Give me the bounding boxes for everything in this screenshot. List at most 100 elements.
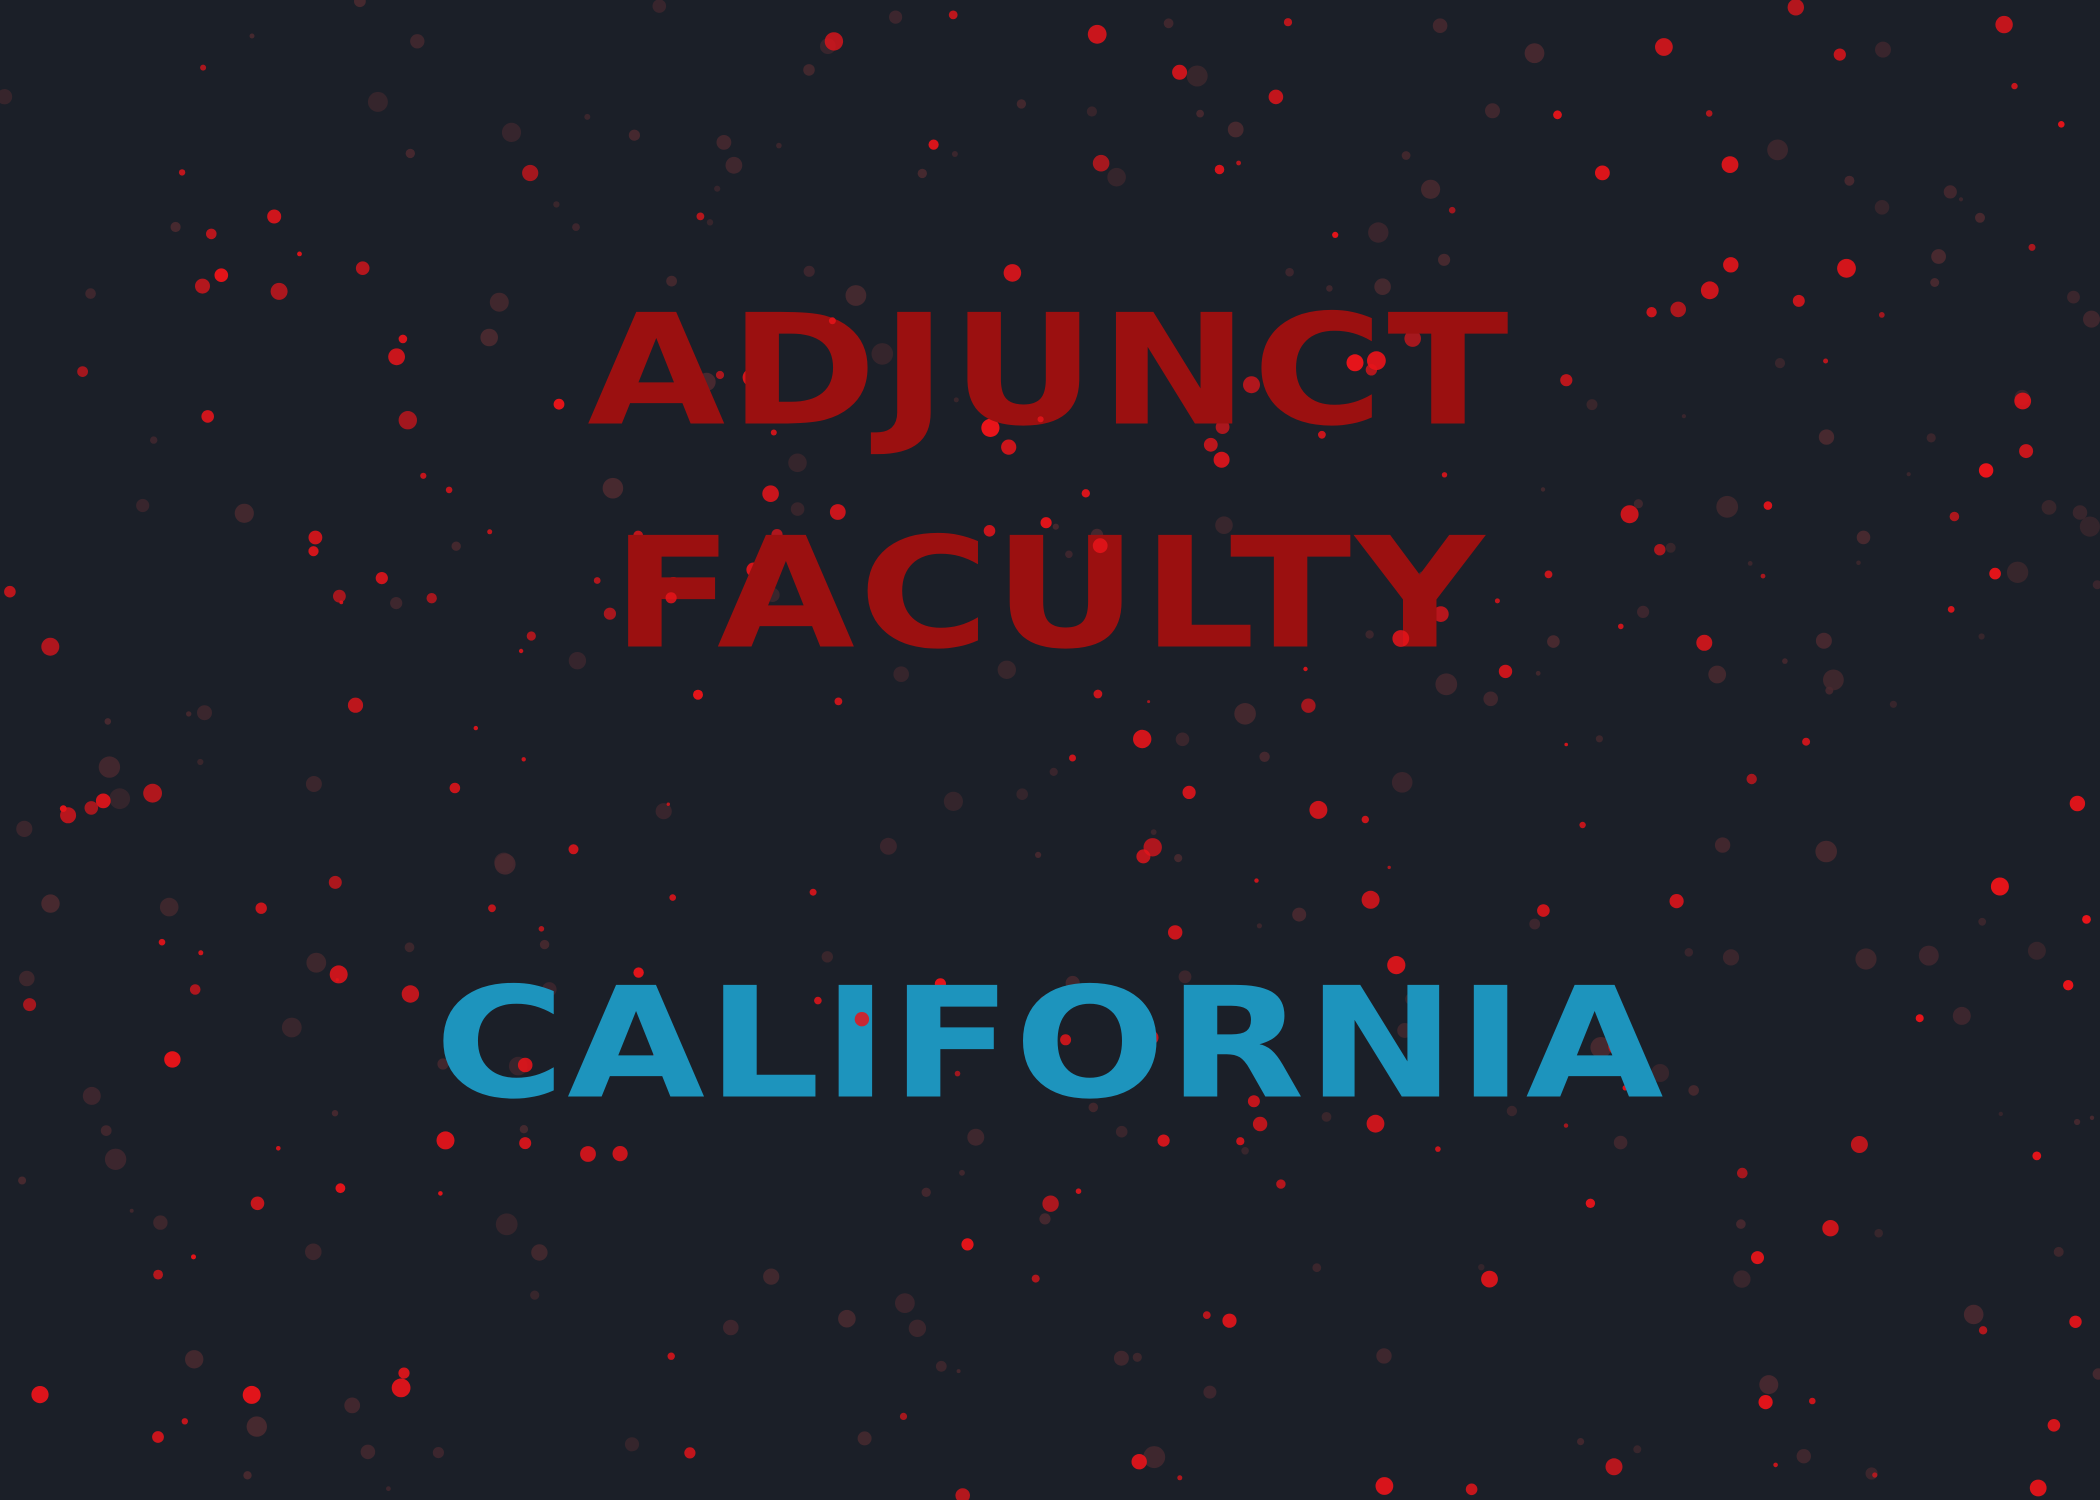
red-dot [398, 1367, 410, 1379]
dim-dot [159, 897, 179, 917]
dim-dot [714, 185, 721, 192]
red-dot [1723, 257, 1739, 273]
dim-dot [1016, 788, 1028, 800]
red-dot [1990, 877, 2009, 896]
red-dot [84, 801, 99, 815]
red-dot [1301, 698, 1316, 713]
dim-dot [584, 113, 591, 120]
red-dot [1081, 489, 1091, 498]
red-dot [1031, 1274, 1040, 1283]
red-dot [2032, 1151, 2042, 1161]
dim-dot [951, 151, 958, 157]
dim-dot [1815, 840, 1837, 863]
red-dot [1157, 1134, 1170, 1147]
red-dot [1833, 48, 1846, 61]
dim-dot [1963, 1304, 1984, 1325]
red-dot [1595, 165, 1610, 181]
dim-dot [1844, 175, 1855, 186]
dim-dot [1485, 103, 1500, 119]
dim-dot [1759, 1375, 1779, 1395]
red-dot [696, 212, 705, 221]
red-dot [955, 1488, 970, 1500]
red-dot [195, 278, 210, 294]
red-dot [1092, 154, 1110, 172]
dim-dot [725, 156, 743, 174]
dim-dot [16, 820, 33, 838]
red-dot [1995, 15, 2013, 34]
red-dot [522, 164, 539, 182]
dim-dot [153, 1215, 168, 1230]
red-dot [1202, 1311, 1211, 1319]
red-dot [538, 926, 545, 932]
dim-dot [1483, 691, 1498, 707]
red-dot [519, 1137, 532, 1150]
red-dot [1147, 700, 1151, 704]
dim-dot [2027, 941, 2046, 960]
red-dot [297, 251, 302, 257]
red-dot [1553, 110, 1562, 120]
red-dot [1236, 160, 1241, 166]
dim-dot [1086, 106, 1097, 117]
red-dot [206, 228, 217, 240]
red-dot [1763, 501, 1773, 510]
red-dot [200, 64, 207, 71]
dim-dot [1256, 923, 1262, 929]
red-dot [1214, 164, 1225, 175]
red-dot [1087, 24, 1107, 44]
red-dot [1003, 264, 1022, 282]
dim-dot [1767, 139, 1788, 161]
dim-dot [1259, 751, 1270, 762]
dim-dot [1035, 851, 1042, 859]
dim-dot [136, 498, 150, 513]
red-dot [1276, 1179, 1286, 1189]
dim-dot [129, 1208, 134, 1213]
dim-dot [1716, 495, 1739, 518]
red-dot [824, 32, 844, 51]
dim-dot [1796, 1449, 1812, 1464]
red-dot [2069, 1315, 2082, 1329]
dim-dot [305, 776, 322, 792]
dim-dot [1540, 487, 1546, 492]
dim-dot [879, 837, 897, 855]
dim-dot [410, 34, 425, 49]
dim-dot [1438, 253, 1451, 266]
headline-faculty: FACULTY [611, 504, 1489, 683]
dim-dot [763, 1268, 780, 1285]
dim-dot [1874, 1228, 1883, 1238]
dim-dot [1535, 670, 1541, 676]
red-dot [255, 902, 267, 914]
red-dot [59, 805, 67, 812]
red-dot [420, 472, 427, 479]
dim-dot [1049, 767, 1058, 777]
dim-dot [1186, 65, 1208, 87]
red-dot [1448, 206, 1456, 214]
dim-dot [1577, 1438, 1585, 1446]
red-dot [1721, 156, 1739, 174]
dim-dot [1874, 200, 1890, 215]
red-dot [1222, 1313, 1237, 1328]
red-dot [2069, 795, 2086, 812]
red-dot [2029, 1479, 2047, 1497]
dim-dot [1421, 179, 1441, 199]
dim-dot [1203, 1385, 1217, 1399]
dim-dot [494, 853, 516, 875]
red-dot [355, 261, 370, 276]
red-dot [2011, 82, 2018, 90]
dim-dot [1875, 41, 1891, 58]
red-dot [95, 793, 111, 809]
red-dot [928, 139, 939, 150]
red-dot [1978, 463, 1994, 478]
red-dot [152, 1431, 164, 1443]
dim-dot [170, 221, 181, 233]
red-dot [438, 1191, 443, 1196]
dim-dot [776, 142, 782, 149]
dim-dot [895, 1293, 915, 1313]
dim-dot [1855, 948, 1877, 970]
dim-dot [1163, 18, 1174, 29]
red-dot [143, 783, 163, 803]
red-dot [1332, 231, 1339, 238]
red-dot [153, 1269, 164, 1280]
dim-dot [1196, 109, 1204, 118]
red-dot [1978, 1326, 1988, 1335]
dim-dot [628, 129, 641, 141]
